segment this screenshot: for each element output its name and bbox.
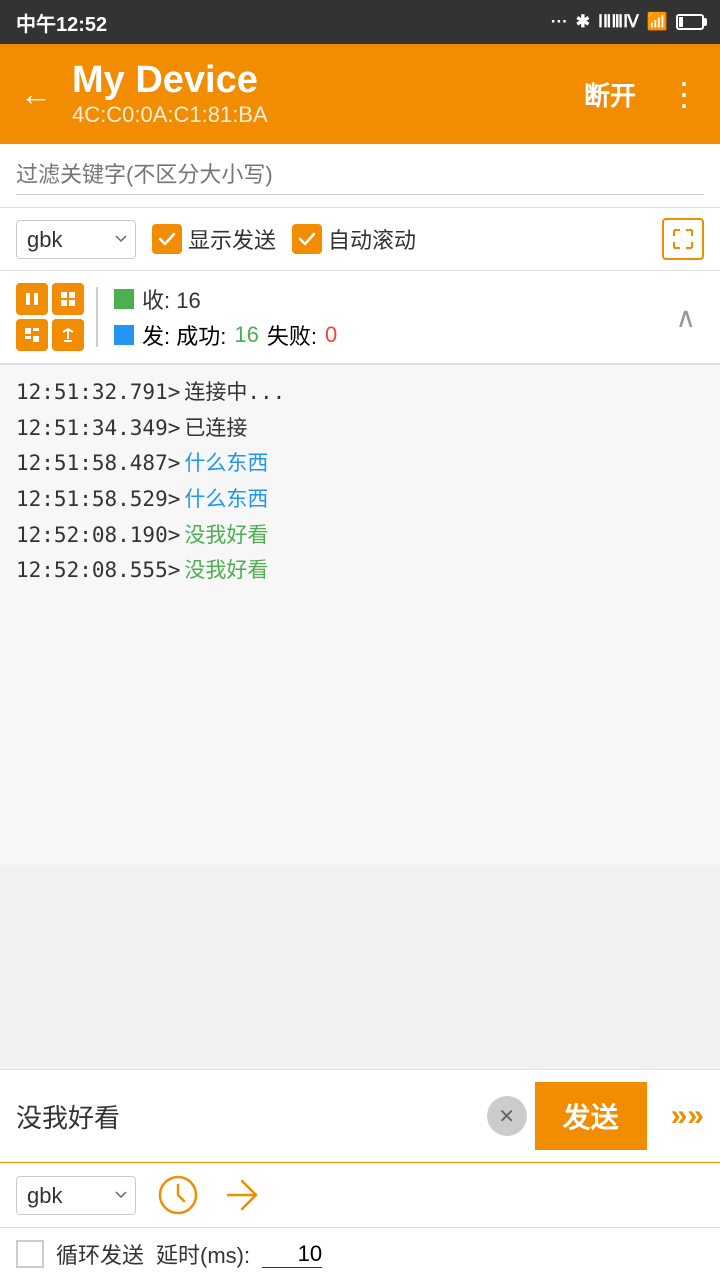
send-input-row: ✕ 发送 »» — [0, 1070, 720, 1163]
status-icons: ··· ✱ ⅠⅡⅢⅣ 📶 — [551, 12, 704, 32]
log-timestamp: 12:52:08.190> — [16, 518, 180, 554]
export-button[interactable] — [52, 319, 84, 351]
show-send-checkbox[interactable] — [152, 224, 182, 254]
log-line: 12:51:34.349> 已连接 — [16, 411, 704, 447]
fullscreen-button[interactable] — [662, 218, 704, 260]
disconnect-button[interactable]: 断开 — [572, 68, 648, 121]
signal-bars-icon: ⅠⅡⅢⅣ — [598, 12, 639, 32]
bottom-encoding-select[interactable]: gbk utf-8 ascii — [16, 1176, 136, 1215]
pause-button[interactable] — [16, 283, 48, 315]
stats-btn-row-2 — [16, 319, 84, 351]
auto-scroll-label: 自动滚动 — [328, 223, 416, 255]
log-text: 连接中... — [184, 375, 285, 411]
stats-btn-row-1 — [16, 283, 84, 315]
device-name: My Device — [72, 60, 560, 102]
loop-send-row: 循环发送 延时(ms): — [0, 1228, 720, 1280]
log-timestamp: 12:51:58.487> — [16, 446, 180, 482]
auto-scroll-checkbox[interactable] — [292, 224, 322, 254]
log-text: 什么东西 — [184, 446, 268, 482]
status-time: 中午12:52 — [16, 8, 107, 37]
recv-label: 收: 16 — [142, 283, 201, 315]
send-prefix-label: 发: 成功: — [142, 319, 226, 351]
show-send-group: 显示发送 — [152, 223, 276, 255]
more-button[interactable]: ⋮ — [660, 67, 708, 121]
send-success-count: 16 — [234, 322, 258, 348]
log-text: 没我好看 — [184, 553, 268, 589]
delay-input[interactable] — [262, 1241, 322, 1268]
toolbar: ← My Device 4C:C0:0A:C1:81:BA 断开 ⋮ — [0, 44, 720, 144]
log-line: 12:52:08.555> 没我好看 — [16, 553, 704, 589]
log-timestamp: 12:51:58.529> — [16, 482, 180, 518]
clear-input-button[interactable]: ✕ — [487, 1096, 527, 1136]
signal-dots-icon: ··· — [551, 12, 568, 32]
expand-button[interactable]: »» — [655, 1085, 720, 1147]
wifi-icon: 📶 — [647, 12, 668, 32]
log-timestamp: 12:51:32.791> — [16, 375, 180, 411]
stats-info: 收: 16 发: 成功: 16 失败: 0 — [114, 283, 668, 351]
bluetooth-icon: ✱ — [576, 12, 590, 32]
log-area: 12:51:32.791> 连接中...12:51:34.349> 已连接12:… — [0, 365, 720, 865]
log-timestamp: 12:52:08.555> — [16, 553, 180, 589]
send-input[interactable] — [16, 1101, 479, 1132]
stats-bar: 收: 16 发: 成功: 16 失败: 0 ∧ — [0, 271, 720, 365]
battery-icon — [676, 14, 704, 30]
filter-bar — [0, 144, 720, 208]
toolbar-title-block: My Device 4C:C0:0A:C1:81:BA — [72, 60, 560, 128]
send-button[interactable]: 发送 — [535, 1082, 647, 1150]
delay-label: 延时(ms): — [156, 1238, 250, 1270]
status-bar: 中午12:52 ··· ✱ ⅠⅡⅢⅣ 📶 — [0, 0, 720, 44]
send-stats: 发: 成功: 16 失败: 0 — [114, 319, 668, 351]
log-line: 12:51:58.487> 什么东西 — [16, 446, 704, 482]
log-text: 没我好看 — [184, 518, 268, 554]
encoding-select[interactable]: gbk utf-8 ascii — [16, 220, 136, 259]
clear-button[interactable] — [16, 319, 48, 351]
loop-send-checkbox[interactable] — [16, 1240, 44, 1268]
log-line: 12:51:32.791> 连接中... — [16, 375, 704, 411]
log-line: 12:51:58.529> 什么东西 — [16, 482, 704, 518]
auto-scroll-group: 自动滚动 — [292, 223, 416, 255]
log-timestamp: 12:51:34.349> — [16, 411, 180, 447]
log-text: 已连接 — [184, 411, 247, 447]
filter-input[interactable] — [16, 156, 704, 195]
controls-bar: gbk utf-8 ascii 显示发送 自动滚动 — [0, 208, 720, 271]
recv-color-indicator — [114, 289, 134, 309]
log-text: 什么东西 — [184, 482, 268, 518]
send-fail-prefix: 失败: — [267, 319, 317, 351]
grid-button[interactable] — [52, 283, 84, 315]
history-button[interactable] — [156, 1173, 200, 1217]
bottom-area: ✕ 发送 »» gbk utf-8 ascii 循环发送 延时(ms): — [0, 1069, 720, 1280]
send-color-indicator — [114, 325, 134, 345]
collapse-button[interactable]: ∧ — [668, 297, 705, 338]
stats-divider — [96, 287, 98, 347]
send-fail-count: 0 — [325, 322, 337, 348]
loop-send-label: 循环发送 — [56, 1238, 144, 1270]
log-line: 12:52:08.190> 没我好看 — [16, 518, 704, 554]
send-icon-button[interactable] — [220, 1173, 264, 1217]
back-button[interactable]: ← — [12, 68, 60, 121]
stats-buttons — [16, 283, 84, 351]
recv-stats: 收: 16 — [114, 283, 668, 315]
device-mac: 4C:C0:0A:C1:81:BA — [72, 102, 560, 128]
show-send-label: 显示发送 — [188, 223, 276, 255]
bottom-controls: gbk utf-8 ascii — [0, 1163, 720, 1228]
